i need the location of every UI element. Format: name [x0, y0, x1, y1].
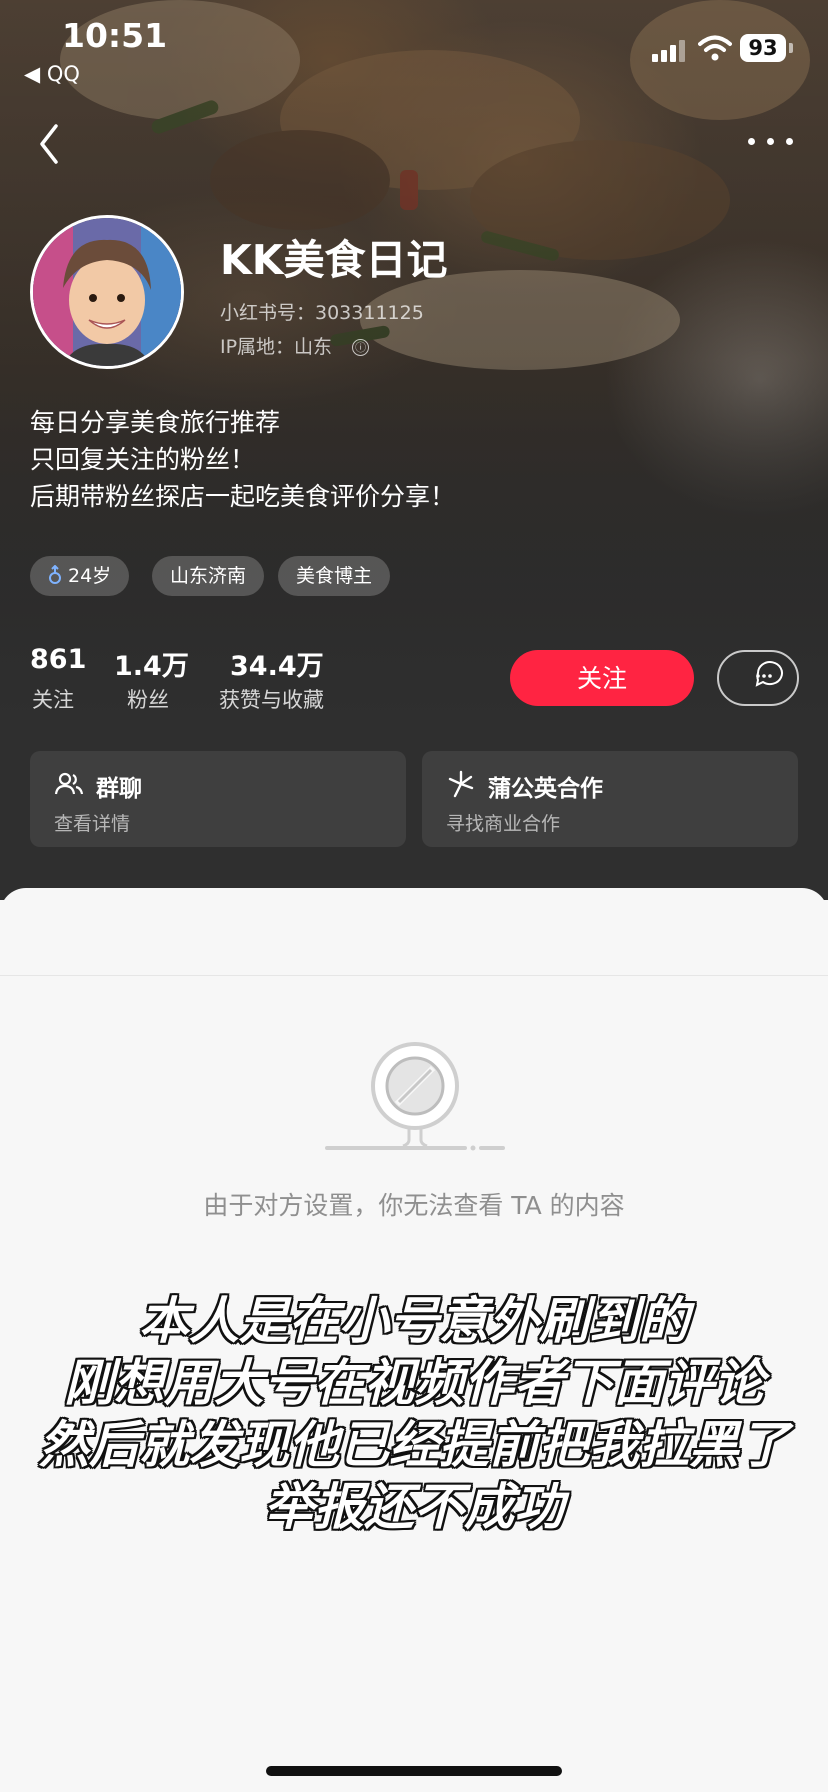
home-indicator[interactable] — [266, 1766, 562, 1776]
ip-location: IP属地：山东 ⓘ — [220, 332, 370, 359]
followers-count[interactable]: 1.4万 — [114, 644, 189, 683]
business-cooperation-card[interactable]: 蒲公英合作 寻找商业合作 — [422, 751, 798, 847]
profile-name: KK美食日记 — [220, 236, 448, 284]
card-subtitle: 寻找商业合作 — [446, 813, 561, 835]
ip-location-text: IP属地：山东 — [220, 336, 333, 358]
signal-icon — [652, 40, 688, 62]
info-icon[interactable]: ⓘ — [352, 339, 370, 356]
card-title: 蒲公英合作 — [488, 776, 603, 802]
avatar-image — [33, 218, 181, 366]
follow-button[interactable]: 关注 — [510, 650, 694, 706]
caption-line: 本人是在小号意外刷到的 — [139, 1292, 689, 1350]
tag-category: 美食博主 — [278, 556, 391, 596]
back-to-app-link[interactable]: ◀ QQ — [24, 62, 80, 86]
message-button[interactable] — [717, 650, 799, 706]
bio-line: 后期带粉丝探店一起吃美食评价分享！ — [30, 482, 456, 511]
status-time: 10:51 — [62, 16, 168, 55]
dandelion-icon — [448, 770, 474, 798]
caption-line: 然后就发现他已经提前把我拉黑了 — [39, 1416, 789, 1474]
bio-line: 每日分享美食旅行推荐 — [30, 408, 281, 437]
battery-icon: 93 — [740, 34, 786, 62]
likes-count[interactable]: 34.4万 — [230, 644, 324, 683]
wifi-icon — [698, 35, 732, 61]
battery-tip — [789, 43, 793, 53]
card-subtitle: 查看详情 — [54, 813, 131, 835]
caption-line: 举报还不成功 — [264, 1478, 564, 1536]
chat-bubble-icon — [755, 661, 783, 687]
back-arrow-icon[interactable] — [36, 122, 66, 166]
empty-state-message: 由于对方设置，你无法查看 TA 的内容 — [203, 1191, 625, 1220]
caption-overlay: 本人是在小号意外刷到的 刚想用大号在视频作者下面评论 然后就发现他已经提前把我拉… — [0, 1290, 828, 1538]
tab-divider — [0, 975, 828, 976]
group-chat-card[interactable]: 群聊 查看详情 — [30, 751, 406, 847]
male-icon — [49, 564, 61, 584]
tag-location: 山东济南 — [152, 556, 265, 596]
following-label[interactable]: 关注 — [32, 684, 74, 714]
caption-line: 刚想用大号在视频作者下面评论 — [64, 1354, 764, 1412]
following-count[interactable]: 861 — [30, 644, 86, 675]
card-title: 群聊 — [96, 776, 142, 802]
group-icon — [54, 772, 84, 795]
profile-id: 小红书号：303311125 — [220, 302, 424, 324]
more-options-icon[interactable] — [748, 138, 794, 148]
profile-bio: 每日分享美食旅行推荐 只回复关注的粉丝！ 后期带粉丝探店一起吃美食评价分享！ — [30, 404, 455, 515]
tag-age-text: 24岁 — [68, 565, 112, 587]
tag-age: 24岁 — [30, 556, 130, 596]
followers-label[interactable]: 粉丝 — [127, 684, 169, 714]
bio-line: 只回复关注的粉丝！ — [30, 445, 256, 474]
avatar[interactable] — [30, 215, 184, 369]
likes-label[interactable]: 获赞与收藏 — [219, 684, 324, 714]
blocked-content-icon — [325, 1042, 505, 1151]
